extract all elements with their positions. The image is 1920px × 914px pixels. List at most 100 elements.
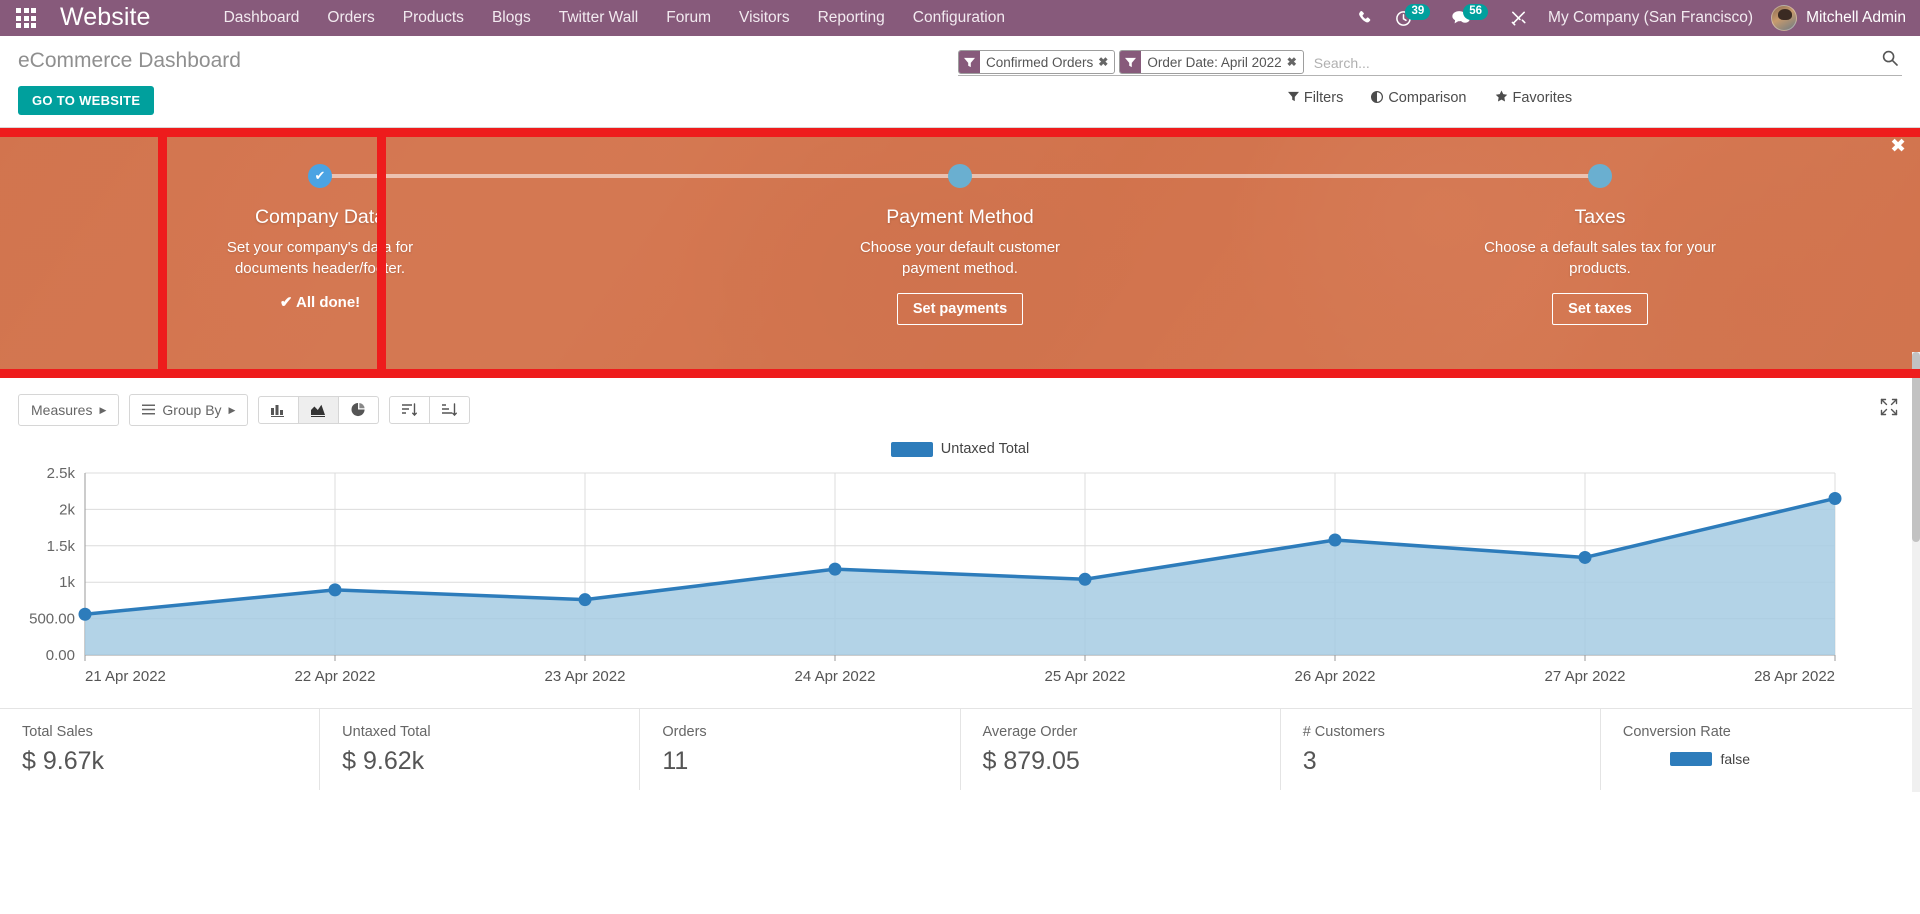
favorites-button[interactable]: Favorites (1495, 90, 1572, 106)
chart-type-group (258, 395, 380, 424)
close-icon[interactable]: ✖ (1097, 55, 1114, 69)
chart-toolbar: Measures ▶ Group By ▶ (0, 378, 1920, 427)
measures-button[interactable]: Measures ▶ (18, 393, 120, 426)
kpi-value: $ 879.05 (982, 747, 1080, 775)
pie-chart-icon[interactable] (339, 395, 380, 424)
close-icon[interactable]: ✖ (1890, 137, 1906, 156)
onboarding-step-payment-method[interactable]: Payment Method Choose your default custo… (640, 137, 1280, 369)
comparison-label: Comparison (1388, 90, 1467, 106)
caret-right-icon: ▶ (99, 404, 107, 415)
bar-chart-icon[interactable] (258, 395, 300, 424)
search-input[interactable] (1307, 50, 1878, 75)
onboarding-steps: ✔ Company Data Set your company's data f… (0, 137, 1920, 369)
step-status-text: ✔ All done! (279, 294, 361, 311)
menu-item-products[interactable]: Products (389, 0, 478, 36)
group-by-label: Group By (162, 401, 222, 418)
measures-label: Measures (31, 401, 93, 418)
svg-text:1.5k: 1.5k (47, 538, 76, 555)
progress-line (320, 174, 640, 178)
sort-descending-icon[interactable] (389, 395, 431, 424)
highlight-border-top (0, 128, 1920, 137)
phone-icon[interactable] (1346, 0, 1384, 36)
caret-right-icon: ▶ (228, 404, 236, 415)
filters-label: Filters (1303, 90, 1344, 106)
progress-line (1280, 174, 1600, 178)
menu-item-visitors[interactable]: Visitors (725, 0, 804, 36)
legend-label: Untaxed Total (940, 441, 1030, 457)
menu-item-forum[interactable]: Forum (652, 0, 725, 36)
step-status-dot-done[interactable]: ✔ (308, 164, 332, 188)
star-icon (1495, 90, 1508, 106)
wrench-screwdriver-icon[interactable] (1499, 0, 1538, 36)
sort-ascending-icon[interactable] (430, 395, 471, 424)
messages-chat-icon[interactable]: 56 (1441, 0, 1499, 36)
facet-order-date[interactable]: Order Date: April 2022 ✖ (1119, 50, 1304, 74)
kpi-label: Total Sales (22, 724, 93, 740)
kpi-average-order[interactable]: Average Order $ 879.05 (961, 709, 1281, 790)
apps-grid-icon[interactable] (0, 0, 52, 36)
kpi-customers[interactable]: # Customers 3 (1281, 709, 1601, 790)
kpi-conversion-rate[interactable]: Conversion Rate false (1601, 709, 1920, 790)
area-chart[interactable]: 2.5k 2k 1.5k 1k 500.00 0.00 21 Apr 2022 22 Apr … (0, 465, 1920, 693)
legend-swatch (1670, 752, 1713, 766)
legend-swatch (890, 441, 933, 457)
sort-group (389, 395, 471, 424)
expand-icon[interactable] (1876, 392, 1902, 427)
svg-text:25 Apr 2022: 25 Apr 2022 (1045, 668, 1126, 685)
go-to-website-button[interactable]: GO TO WEBSITE (18, 86, 155, 115)
app-brand[interactable]: Website (52, 3, 157, 34)
user-menu[interactable]: Mitchell Admin (1763, 5, 1906, 31)
activity-clock-icon[interactable]: 39 (1384, 0, 1441, 36)
svg-text:27 Apr 2022: 27 Apr 2022 (1545, 668, 1626, 685)
svg-text:26 Apr 2022: 26 Apr 2022 (1295, 668, 1376, 685)
menu-item-twitter-wall[interactable]: Twitter Wall (545, 0, 653, 36)
company-selector[interactable]: My Company (San Francisco) (1538, 9, 1763, 27)
kpi-untaxed-total[interactable]: Untaxed Total $ 9.62k (320, 709, 641, 790)
step-status-dot[interactable] (948, 164, 972, 188)
step-action: ✔ All done! (0, 293, 640, 312)
step-description: Choose your default customer payment met… (859, 239, 1061, 277)
chart-section: Measures ▶ Group By ▶ Untaxed Total 2.5k… (0, 378, 1920, 708)
filter-icon (1120, 51, 1142, 73)
magnifier-icon[interactable] (1878, 50, 1902, 75)
set-taxes-button[interactable]: Set taxes (1552, 293, 1648, 325)
kpi-total-sales[interactable]: Total Sales $ 9.67k (0, 709, 321, 790)
kpi-row: Total Sales $ 9.67k Untaxed Total $ 9.62… (0, 708, 1920, 790)
menu-item-reporting[interactable]: Reporting (804, 0, 899, 36)
list-icon (142, 401, 156, 419)
comparison-button[interactable]: Comparison (1371, 90, 1467, 106)
svg-text:24 Apr 2022: 24 Apr 2022 (795, 668, 876, 685)
step-action: Set taxes (1280, 293, 1920, 325)
scrollbar-thumb[interactable] (1912, 352, 1920, 542)
close-icon[interactable]: ✖ (1286, 55, 1303, 69)
onboarding-step-company-data[interactable]: ✔ Company Data Set your company's data f… (0, 137, 640, 369)
user-name: Mitchell Admin (1806, 9, 1906, 26)
highlight-border-bottom (0, 369, 1920, 378)
chart-canvas[interactable]: 2.5k 2k 1.5k 1k 500.00 0.00 21 Apr 2022 22 Apr … (0, 465, 1920, 693)
step-description: Choose a default sales tax for your prod… (1484, 239, 1716, 277)
menu-item-orders[interactable]: Orders (313, 0, 388, 36)
control-panel-buttons: Filters Comparison Favorites (958, 90, 1902, 106)
step-title: Taxes (1574, 206, 1626, 228)
menu-item-blogs[interactable]: Blogs (478, 0, 545, 36)
onboarding-banner-wrapper: ✖ ✔ Company Data Set your company's data… (0, 128, 1920, 378)
step-status-dot[interactable] (1588, 164, 1612, 188)
kpi-value: 3 (1302, 747, 1317, 775)
onboarding-step-taxes[interactable]: Taxes Choose a default sales tax for you… (1280, 137, 1920, 369)
menu-item-configuration[interactable]: Configuration (899, 0, 1019, 36)
group-by-button[interactable]: Group By ▶ (129, 393, 249, 426)
menu-item-dashboard[interactable]: Dashboard (210, 0, 314, 36)
kpi-orders[interactable]: Orders 11 (640, 709, 961, 790)
set-payments-button[interactable]: Set payments (896, 293, 1024, 325)
kpi-label: Average Order (982, 724, 1078, 740)
filters-button[interactable]: Filters (1287, 90, 1344, 106)
step-title: Company Data (254, 206, 386, 228)
navbar-systray: 39 56 My Company (San Francisco) Mitchel… (1346, 0, 1920, 36)
top-navbar: Website Dashboard Orders Products Blogs … (0, 0, 1920, 36)
kpi-value: $ 9.67k (22, 747, 105, 775)
svg-text:500.00: 500.00 (29, 611, 75, 628)
facet-confirmed-orders[interactable]: Confirmed Orders ✖ (958, 50, 1116, 74)
area-chart-icon[interactable] (299, 395, 340, 424)
check-icon: ✔ (314, 168, 326, 183)
svg-text:22 Apr 2022: 22 Apr 2022 (295, 668, 376, 685)
